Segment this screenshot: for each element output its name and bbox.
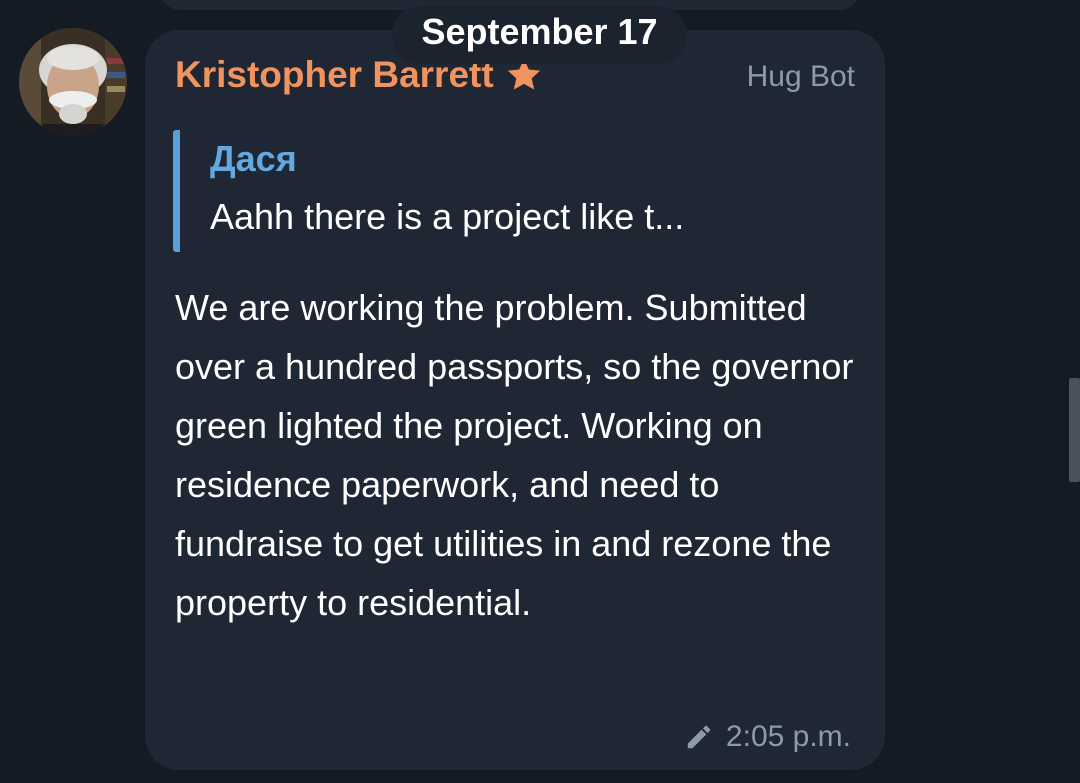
reply-quote[interactable]: Дася Aahh there is a project like t...: [173, 130, 684, 252]
via-bot-label[interactable]: Hug Bot: [747, 60, 855, 94]
avatar-image: [19, 28, 127, 136]
message-bubble[interactable]: Kristopher Barrett Hug Bot Дася Aahh the…: [145, 30, 885, 770]
scrollbar-thumb[interactable]: [1069, 378, 1080, 482]
chat-view: September 17 Kristopher Barrett Hug Bot …: [0, 0, 1080, 783]
message-text: We are working the problem. Submitted ov…: [175, 287, 854, 623]
message-time: 2:05 p.m.: [725, 720, 851, 753]
reply-author: Дася: [210, 138, 297, 179]
pencil-icon: [684, 722, 714, 752]
avatar[interactable]: [19, 28, 127, 136]
reply-preview: Aahh there is a project like t...: [210, 196, 685, 237]
date-separator: September 17: [392, 6, 687, 64]
message-meta: 2:05 p.m.: [684, 720, 851, 754]
